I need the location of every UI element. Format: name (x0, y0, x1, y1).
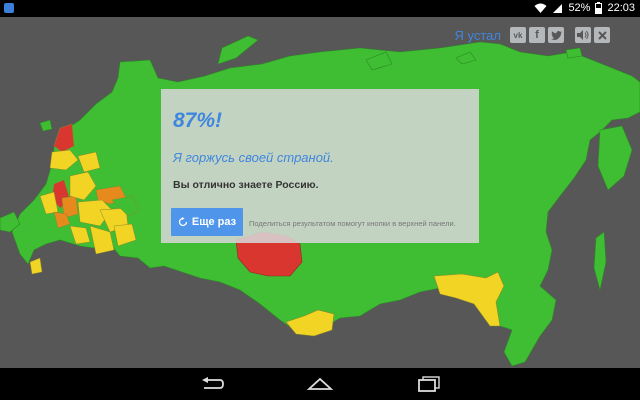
facebook-share-button[interactable]: f (529, 27, 545, 43)
status-icons: 52% 22:03 (534, 2, 635, 14)
tired-button[interactable]: Я устал (455, 28, 501, 43)
share-hint: Поделиться результатом помогут кнопки в … (249, 219, 456, 228)
navigation-bar (0, 368, 640, 400)
facebook-icon: f (535, 29, 539, 41)
clock: 22:03 (607, 2, 635, 14)
top-toolbar: Я устал vk f (455, 27, 610, 43)
back-icon[interactable] (200, 376, 224, 392)
twitter-share-button[interactable] (548, 27, 564, 43)
region-krasnodar[interactable] (29, 257, 43, 275)
refresh-icon (178, 217, 188, 227)
close-icon (597, 30, 607, 40)
result-panel: 87%! Я горжусь своей страной. Вы отлично… (161, 89, 479, 243)
battery-icon (595, 2, 603, 14)
play-again-label: Еще раз (191, 216, 237, 228)
battery-percent: 52% (568, 2, 591, 14)
score-verdict: Я горжусь своей страной. (173, 150, 334, 165)
notification-app-icon (4, 3, 14, 13)
wifi-icon (534, 3, 547, 13)
region-kaliningrad[interactable] (39, 119, 53, 132)
close-button[interactable] (594, 27, 610, 43)
region-wrangel[interactable] (565, 47, 583, 59)
sound-toggle-button[interactable] (575, 27, 591, 43)
status-bar: 52% 22:03 (0, 0, 640, 17)
recents-icon[interactable] (417, 376, 441, 392)
vk-icon: vk (513, 30, 523, 40)
score-message: Вы отлично знаете Россию. (173, 179, 319, 191)
score-percent: 87%! (173, 109, 223, 132)
region-kamchatka[interactable] (597, 125, 633, 191)
vk-share-button[interactable]: vk (510, 27, 526, 43)
play-again-button[interactable]: Еще раз (171, 208, 243, 236)
signal-icon (553, 3, 563, 13)
twitter-icon (550, 30, 562, 40)
speaker-icon (577, 30, 589, 40)
home-icon[interactable] (307, 376, 333, 392)
region-chita[interactable] (433, 271, 505, 327)
region-sakhalin[interactable] (593, 231, 607, 291)
region-novaya-zemlya[interactable] (217, 35, 259, 65)
